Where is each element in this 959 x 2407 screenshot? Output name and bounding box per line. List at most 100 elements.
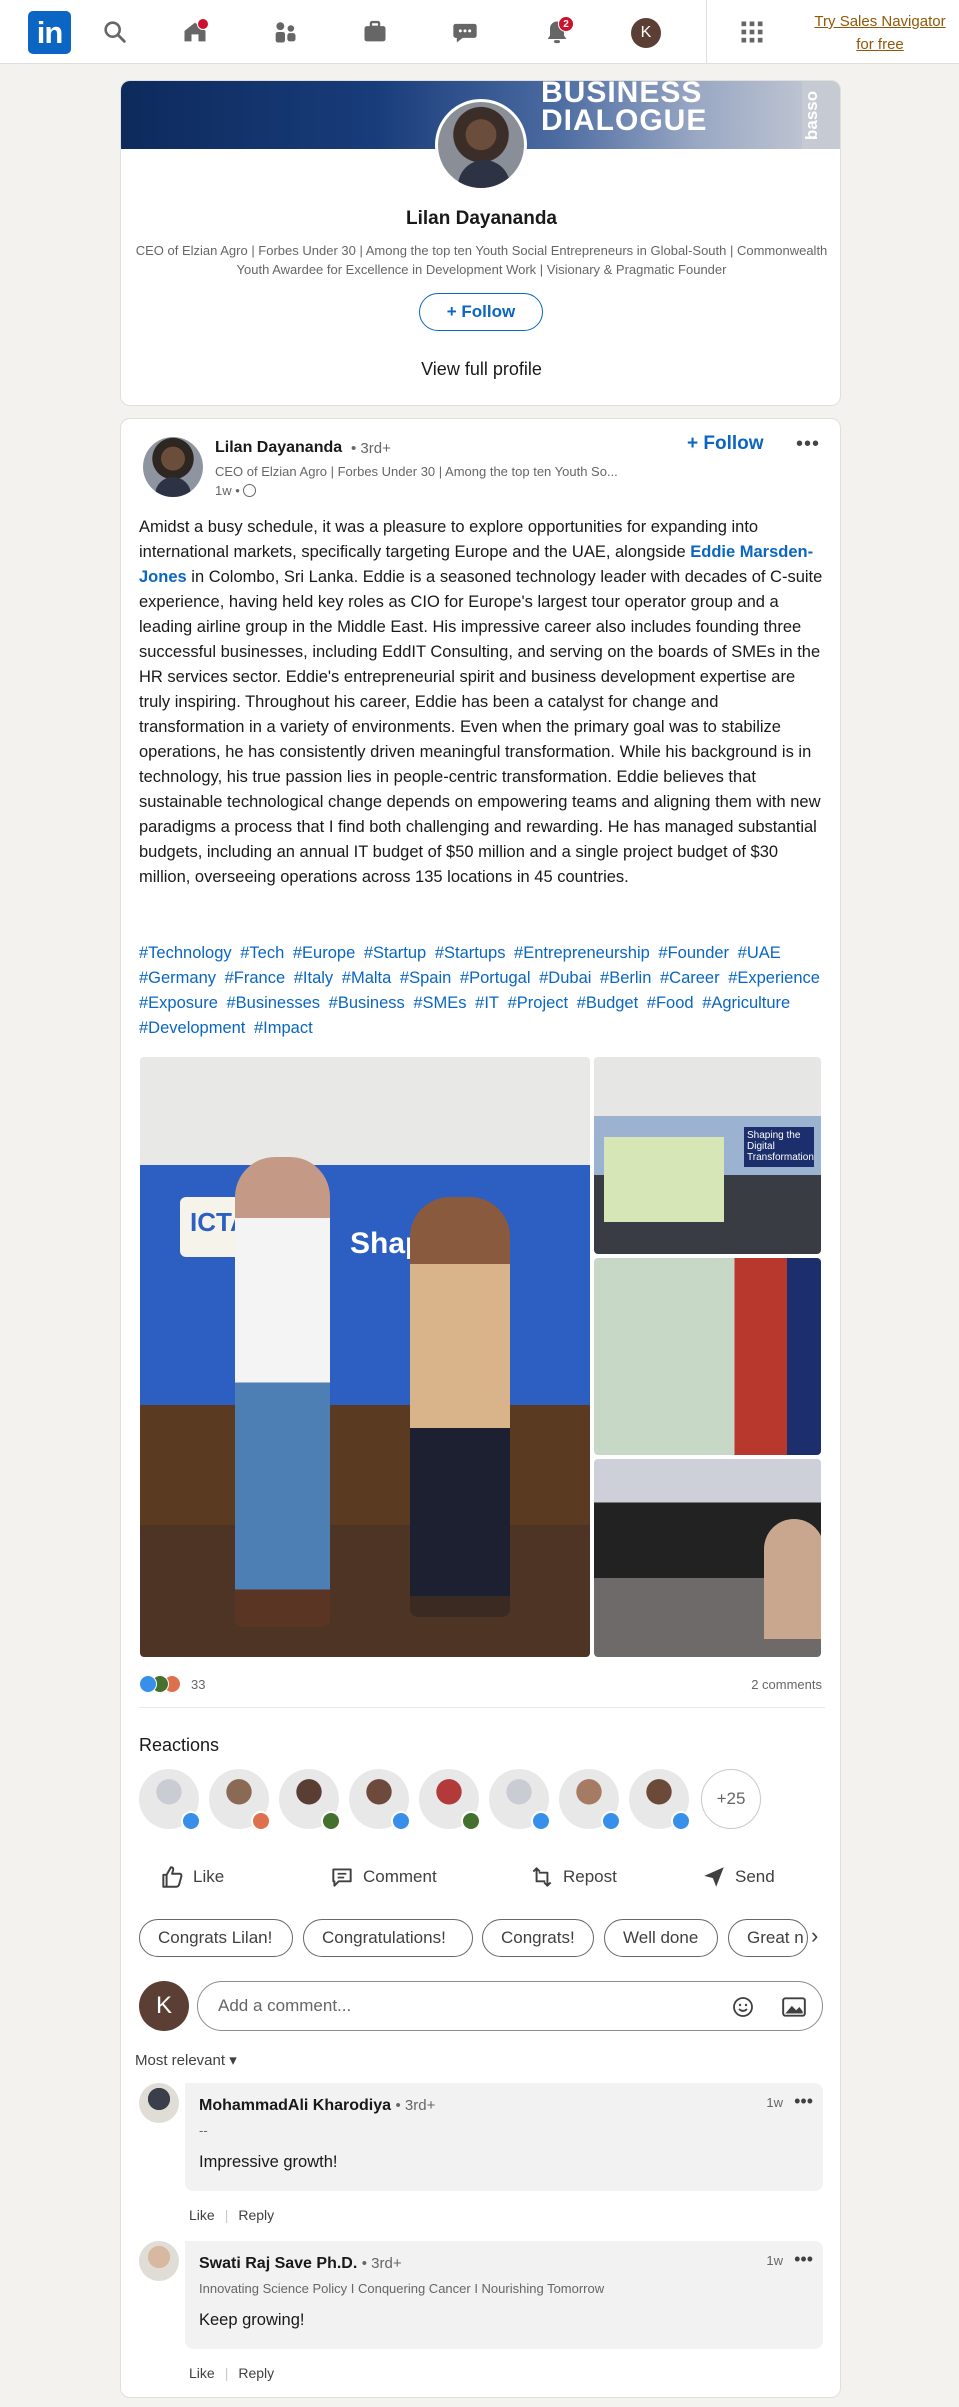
reaction-badge-icon — [181, 1811, 201, 1831]
chevron-right-icon[interactable]: › — [811, 1923, 818, 1949]
comment-like-button[interactable]: Like — [189, 2365, 215, 2381]
comment-author-headline: Innovating Science Policy I Conquering C… — [199, 2281, 605, 2296]
reactor-avatar[interactable] — [489, 1769, 551, 1831]
hashtag-link[interactable]: #Agriculture — [702, 994, 790, 1012]
jobs-icon[interactable] — [357, 14, 393, 50]
comment-author-degree: • 3rd+ — [361, 2255, 402, 2272]
hashtag-link[interactable]: #Spain — [400, 969, 451, 987]
profile-follow-button[interactable]: + Follow — [419, 293, 543, 331]
comment-button[interactable]: Comment — [329, 1859, 437, 1895]
hashtag-link[interactable]: #Germany — [139, 969, 216, 987]
comment-bubble: MohammadAli Kharodiya • 3rd+ -- Impressive… — [185, 2083, 823, 2191]
comment-author-avatar[interactable] — [139, 2241, 179, 2281]
post-follow-button[interactable]: + Follow — [687, 433, 764, 455]
hashtag-link[interactable]: #Berlin — [600, 969, 651, 987]
sort-comments-dropdown[interactable]: Most relevant ▾ — [135, 2051, 237, 2069]
profile-avatar[interactable] — [435, 99, 527, 191]
quick-reply-chip[interactable]: Well done — [604, 1919, 718, 1957]
reactor-avatar[interactable] — [629, 1769, 691, 1831]
hashtag-link[interactable]: #France — [225, 969, 286, 987]
hashtag-link[interactable]: #Italy — [294, 969, 333, 987]
post-photo-4[interactable] — [594, 1459, 821, 1657]
reaction-badge-icon — [251, 1811, 271, 1831]
hashtag-link[interactable]: #Dubai — [539, 969, 591, 987]
hashtag-link[interactable]: #Startups — [435, 944, 506, 962]
hashtag-link[interactable]: #Impact — [254, 1019, 313, 1037]
hashtag-link[interactable]: #UAE — [738, 944, 781, 962]
post-author-name[interactable]: Lilan Dayananda — [215, 439, 342, 457]
messaging-icon[interactable] — [447, 14, 483, 50]
comment-input[interactable]: Add a comment... — [197, 1981, 823, 2031]
send-button[interactable]: Send — [701, 1859, 775, 1895]
comment-author-name[interactable]: Swati Raj Save Ph.D. • 3rd+ — [199, 2255, 402, 2273]
hashtag-link[interactable]: #Startup — [364, 944, 426, 962]
post-photo-3[interactable] — [594, 1258, 821, 1455]
quick-reply-chip[interactable]: Congrats! — [482, 1919, 594, 1957]
hashtag-link[interactable]: #Project — [508, 994, 569, 1012]
hashtag-link[interactable]: #Europe — [293, 944, 355, 962]
comment-more-icon[interactable]: ••• — [794, 2249, 813, 2270]
my-network-icon[interactable] — [267, 14, 303, 50]
thumbs-up-icon — [162, 1866, 183, 1888]
reactor-avatar[interactable] — [559, 1769, 621, 1831]
hashtag-link[interactable]: #Portugal — [460, 969, 531, 987]
quick-reply-chip[interactable]: Congrats Lilan! — [139, 1919, 293, 1957]
hashtag-link[interactable]: #Business — [329, 994, 405, 1012]
post-more-options-icon[interactable]: ••• — [796, 433, 820, 456]
home-dot-badge — [197, 18, 209, 30]
hashtag-link[interactable]: #Entrepreneurship — [514, 944, 650, 962]
me-avatar[interactable]: K — [631, 18, 661, 48]
apps-grid-icon[interactable] — [734, 14, 770, 50]
hashtag-link[interactable]: #Food — [647, 994, 694, 1012]
hashtag-link[interactable]: #Exposure — [139, 994, 218, 1012]
commenter-avatar: K — [139, 1981, 189, 2031]
post-author-avatar[interactable] — [143, 437, 203, 497]
comment-more-icon[interactable]: ••• — [794, 2091, 813, 2112]
linkedin-logo[interactable]: in — [28, 11, 71, 54]
like-label: Like — [193, 1867, 225, 1886]
like-button[interactable]: Like — [159, 1859, 224, 1895]
hashtag-link[interactable]: #Budget — [577, 994, 638, 1012]
hashtag-link[interactable]: #Experience — [728, 969, 820, 987]
author-profile-card: BUSINESS DIALOGUE basso Lilan Dayananda … — [120, 80, 841, 406]
comments-count-link[interactable]: 2 comments — [751, 1677, 822, 1692]
search-icon[interactable] — [97, 14, 133, 50]
emoji-icon[interactable] — [731, 1995, 755, 2019]
hashtag-link[interactable]: #Malta — [342, 969, 392, 987]
comment-author-name[interactable]: MohammadAli Kharodiya • 3rd+ — [199, 2097, 435, 2115]
reactor-avatar[interactable] — [139, 1769, 201, 1831]
reactor-avatar[interactable] — [209, 1769, 271, 1831]
comment-reply-button[interactable]: Reply — [238, 2207, 274, 2223]
reactor-avatar[interactable] — [279, 1769, 341, 1831]
hashtag-link[interactable]: #Career — [660, 969, 720, 987]
hashtag-link[interactable]: #Tech — [240, 944, 284, 962]
post-photo-main[interactable]: ICTA Shaping — [140, 1057, 590, 1657]
repost-icon — [532, 1867, 552, 1887]
sales-navigator-link[interactable]: Try Sales Navigator for free — [805, 10, 955, 56]
projector-screen — [604, 1137, 724, 1222]
home-icon[interactable] — [177, 14, 213, 50]
repost-button[interactable]: Repost — [529, 1859, 617, 1895]
image-icon[interactable] — [781, 1996, 807, 2018]
reactor-avatar[interactable] — [419, 1769, 481, 1831]
hashtag-link[interactable]: #Founder — [658, 944, 729, 962]
hashtag-link[interactable]: #Technology — [139, 944, 232, 962]
view-full-profile-link[interactable]: View full profile — [121, 359, 840, 380]
quick-reply-chip[interactable]: Congratulations! — [303, 1919, 473, 1957]
comment-reply-button[interactable]: Reply — [238, 2365, 274, 2381]
follow-label: Follow — [461, 302, 516, 321]
hashtag-link[interactable]: #IT — [475, 994, 499, 1012]
profile-name[interactable]: Lilan Dayananda — [121, 208, 840, 230]
more-reactors-button[interactable]: +25 — [701, 1769, 761, 1829]
post-photo-2[interactable]: Shaping the Digital Transformation — [594, 1057, 821, 1254]
hashtag-link[interactable]: #Development — [139, 1019, 245, 1037]
reactor-avatar[interactable] — [349, 1769, 411, 1831]
comment-author-avatar[interactable] — [139, 2083, 179, 2123]
comment-text: Impressive growth! — [199, 2153, 338, 2171]
selfie-face — [764, 1519, 821, 1639]
hashtag-link[interactable]: #Businesses — [226, 994, 320, 1012]
comment-like-button[interactable]: Like — [189, 2207, 215, 2223]
quick-reply-chip[interactable]: Great n — [728, 1919, 808, 1957]
notifications-icon[interactable]: 2 — [539, 14, 575, 50]
hashtag-link[interactable]: #SMEs — [413, 994, 466, 1012]
